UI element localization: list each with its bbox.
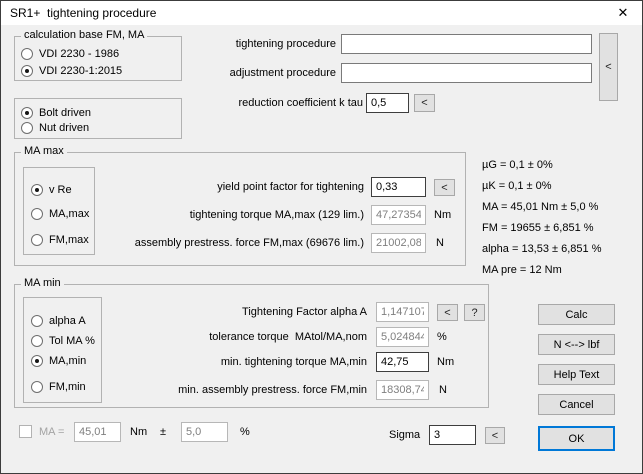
radio-selected-icon xyxy=(21,65,33,77)
alpha-a-field xyxy=(376,302,429,322)
ma-min-radio-box: alpha A Tol MA % MA,min FM,min xyxy=(23,297,102,403)
reduction-select-button[interactable]: < xyxy=(414,94,435,112)
ma-max-radio-box: v Re MA,max FM,max xyxy=(23,167,95,255)
ma-checkbox[interactable] xyxy=(19,425,32,438)
fm-max-force-field xyxy=(371,233,426,253)
radio-label: FM,max xyxy=(49,234,89,246)
reduction-coefficient-label: reduction coefficient k tau xyxy=(181,93,363,113)
radio-bolt-driven[interactable]: Bolt driven xyxy=(21,105,91,120)
help-text-button[interactable]: Help Text xyxy=(538,364,615,385)
sigma-input[interactable] xyxy=(429,425,476,445)
procedure-select-button[interactable]: < xyxy=(599,33,618,101)
radio-vdi-2230-1986[interactable]: VDI 2230 - 1986 xyxy=(21,46,119,61)
yield-point-factor-label: yield point factor for tightening xyxy=(115,177,364,197)
ma-min-group: MA min alpha A Tol MA % MA,min FM,min xyxy=(14,284,489,408)
alpha-a-help-button[interactable]: ? xyxy=(464,304,485,321)
info-line-mu-g: µG = 0,1 ± 0% xyxy=(482,155,602,176)
radio-label: VDI 2230-1:2015 xyxy=(39,65,122,77)
tolerance-value-unit: % xyxy=(240,422,250,442)
window-title: SR1+ tightening procedure xyxy=(10,6,156,20)
radio-selected-icon xyxy=(31,355,43,367)
title-bar: SR1+ tightening procedure ✕ xyxy=(1,1,642,25)
calc-button[interactable]: Calc xyxy=(538,304,615,325)
yield-point-factor-input[interactable] xyxy=(371,177,426,197)
ma-max-torque-label: tightening torque MA,max (129 lim.) xyxy=(115,205,364,225)
alpha-a-select-button[interactable]: < xyxy=(437,304,458,321)
plus-minus-sign: ± xyxy=(160,422,166,442)
dialog-body: calculation base FM, MA VDI 2230 - 1986 … xyxy=(1,25,642,473)
ma-value-field xyxy=(74,422,121,442)
close-button[interactable]: ✕ xyxy=(610,3,636,23)
ma-min-torque-label: min. tightening torque MA,min xyxy=(115,352,367,372)
fm-max-force-label: assembly prestress. force FM,max (69676 … xyxy=(115,233,364,253)
drive-group: Bolt driven Nut driven xyxy=(14,98,182,139)
radio-unselected-icon xyxy=(21,122,33,134)
tolerance-torque-field xyxy=(376,327,429,347)
radio-fm-min[interactable]: FM,min xyxy=(31,379,86,394)
radio-label: Nut driven xyxy=(39,122,89,134)
ma-min-group-title: MA min xyxy=(21,277,64,289)
info-line-ma: MA = 45,01 Nm ± 5,0 % xyxy=(482,197,602,218)
fm-min-force-field xyxy=(376,380,429,400)
radio-label: MA,max xyxy=(49,208,89,220)
radio-unselected-icon xyxy=(31,234,43,246)
close-icon: ✕ xyxy=(618,5,629,20)
radio-label: VDI 2230 - 1986 xyxy=(39,48,119,60)
ma-value-unit: Nm xyxy=(130,422,147,442)
radio-label: FM,min xyxy=(49,381,86,393)
fm-min-force-unit: N xyxy=(439,380,447,400)
radio-selected-icon xyxy=(31,184,43,196)
radio-tol-ma[interactable]: Tol MA % xyxy=(31,333,95,348)
info-line-fm: FM = 19655 ± 6,851 % xyxy=(482,218,602,239)
fm-max-force-unit: N xyxy=(436,233,444,253)
tolerance-torque-label: tolerance torque MAtol/MA,nom xyxy=(115,327,367,347)
info-panel: µG = 0,1 ± 0% µK = 0,1 ± 0% MA = 45,01 N… xyxy=(482,155,602,281)
radio-label: Tol MA % xyxy=(49,335,95,347)
radio-ma-min[interactable]: MA,min xyxy=(31,353,86,368)
radio-unselected-icon xyxy=(31,335,43,347)
ma-min-torque-unit: Nm xyxy=(437,352,454,372)
cancel-button[interactable]: Cancel xyxy=(538,394,615,415)
calc-base-group-title: calculation base FM, MA xyxy=(21,29,147,41)
ok-button[interactable]: OK xyxy=(538,426,615,451)
tightening-procedure-input[interactable] xyxy=(341,34,592,54)
ma-max-group: MA max v Re MA,max FM,max yield point fa… xyxy=(14,152,466,266)
adjustment-procedure-input[interactable] xyxy=(341,63,592,83)
ma-max-torque-field xyxy=(371,205,426,225)
ma-max-torque-unit: Nm xyxy=(434,205,451,225)
radio-unselected-icon xyxy=(31,381,43,393)
radio-unselected-icon xyxy=(31,315,43,327)
yield-point-select-button[interactable]: < xyxy=(434,179,455,196)
info-line-alpha: alpha = 13,53 ± 6,851 % xyxy=(482,239,602,260)
info-line-mu-k: µK = 0,1 ± 0% xyxy=(482,176,602,197)
radio-ma-max[interactable]: MA,max xyxy=(31,206,89,221)
tolerance-value-field xyxy=(181,422,228,442)
alpha-a-label: Tightening Factor alpha A xyxy=(115,302,367,322)
sigma-label: Sigma xyxy=(389,425,420,445)
radio-label: Bolt driven xyxy=(39,107,91,119)
tolerance-torque-unit: % xyxy=(437,327,447,347)
radio-v-re[interactable]: v Re xyxy=(31,182,72,197)
tightening-procedure-label: tightening procedure xyxy=(156,34,336,54)
radio-nut-driven[interactable]: Nut driven xyxy=(21,120,89,135)
ma-min-torque-input[interactable] xyxy=(376,352,429,372)
radio-label: alpha A xyxy=(49,315,86,327)
ma-checkbox-label: MA = xyxy=(39,422,64,442)
sigma-select-button[interactable]: < xyxy=(485,427,505,444)
ma-max-group-title: MA max xyxy=(21,145,67,157)
adjustment-procedure-label: adjustment procedure xyxy=(156,63,336,83)
radio-selected-icon xyxy=(21,107,33,119)
radio-vdi-2230-2015[interactable]: VDI 2230-1:2015 xyxy=(21,63,122,78)
radio-label: v Re xyxy=(49,184,72,196)
dialog-window: SR1+ tightening procedure ✕ calculation … xyxy=(0,0,643,474)
radio-label: MA,min xyxy=(49,355,86,367)
radio-unselected-icon xyxy=(31,208,43,220)
reduction-coefficient-input[interactable] xyxy=(366,93,409,113)
fm-min-force-label: min. assembly prestress. force FM,min xyxy=(115,380,367,400)
n-lbf-button[interactable]: N <--> lbf xyxy=(538,334,615,355)
radio-alpha-a[interactable]: alpha A xyxy=(31,313,86,328)
radio-fm-max[interactable]: FM,max xyxy=(31,232,89,247)
info-line-ma-pre: MA pre = 12 Nm xyxy=(482,260,602,281)
radio-unselected-icon xyxy=(21,48,33,60)
